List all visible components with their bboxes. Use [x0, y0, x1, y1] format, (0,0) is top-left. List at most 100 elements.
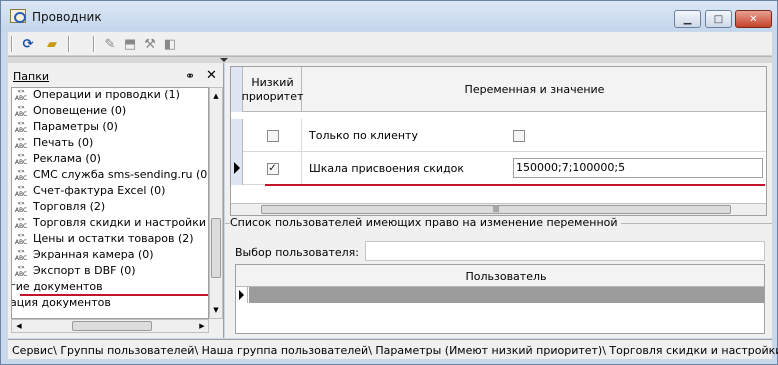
details-panel: Низкий приоритет Переменная и значение Т…	[225, 63, 772, 338]
folders-panel: Папки ⚭ ✕ «» ABC Операции и проводки (1) «»…	[8, 63, 224, 338]
value-input[interactable]: 150000;7;100000;5	[513, 158, 763, 178]
eraser-icon[interactable]: ✎	[100, 35, 120, 53]
close-icon: ✕	[749, 13, 758, 25]
folder-item[interactable]: «» ABC Цены и остатки товаров (2)	[12, 232, 194, 248]
folder-item-label: Экспорт в DBF (0)	[33, 264, 136, 277]
folder-item[interactable]: «» ABC Торговля скидки и настройки (0)	[12, 216, 209, 232]
scroll-right-icon[interactable]: ▶	[196, 320, 208, 332]
folder-item-label: Операции и проводки (1)	[33, 88, 180, 101]
highlight-underline	[265, 184, 765, 186]
splitter[interactable]	[8, 56, 772, 63]
scroll-up-icon[interactable]: ▲	[210, 90, 222, 102]
low-priority-cell[interactable]	[244, 119, 302, 152]
maximize-button[interactable]: □	[705, 10, 732, 28]
select-user-label: Выбор пользователя:	[235, 246, 359, 259]
title-bar[interactable]: Проводник ▁ □ ✕	[1, 1, 777, 31]
minimize-button[interactable]: ▁	[674, 10, 701, 28]
toolbar-separator	[68, 36, 70, 52]
folder-item[interactable]: «» ABC Реклама (0)	[12, 152, 101, 168]
folder-item-label: Торговля скидки и настройки (0)	[33, 216, 209, 229]
variable-abc-icon: «» ABC	[14, 232, 28, 246]
folder-item[interactable]: «» ABC Параметры (0)	[12, 120, 118, 136]
variable-abc-icon: «» ABC	[14, 152, 28, 166]
folder-item[interactable]: «» ABC Экранная камера (0)	[12, 248, 154, 264]
folder-item-label: СМС служба sms-sending.ru (0)	[33, 168, 209, 181]
collapse-arrow-icon[interactable]	[220, 58, 228, 62]
folder-item[interactable]: «» ABC Торговля (2)	[12, 200, 105, 216]
refresh-icon[interactable]: ⟳	[18, 35, 38, 53]
variable-abc-icon: «» ABC	[14, 264, 28, 278]
variable-abc-icon: «» ABC	[14, 248, 28, 262]
folder-item[interactable]: ация документов	[12, 296, 111, 312]
window-title: Проводник	[32, 10, 102, 24]
scroll-down-icon[interactable]: ▼	[210, 304, 222, 316]
status-path: Сервис\ Группы пользователей\ Наша групп…	[12, 344, 778, 357]
low-priority-checkbox[interactable]: ✓	[266, 162, 279, 175]
row-indicator-current[interactable]	[231, 152, 243, 185]
scroll-left-icon[interactable]: ◀	[13, 320, 25, 332]
folder-item[interactable]: «» ABC СМС служба sms-sending.ru (0)	[12, 168, 209, 184]
tool-icon[interactable]: ⚒	[140, 35, 160, 53]
variable-name: Только по клиенту	[309, 129, 418, 142]
status-bar: Сервис\ Группы пользователей\ Наша групп…	[8, 339, 778, 359]
grid-horizontal-scrollbar[interactable]: |||	[231, 203, 766, 215]
highlight-underline	[20, 294, 208, 296]
variable-abc-icon: «» ABC	[14, 120, 28, 134]
toolbar-separator	[93, 36, 95, 52]
row-indicator-current[interactable]	[236, 287, 248, 303]
scroll-thumb[interactable]: |||	[261, 205, 731, 214]
folder-item[interactable]: «» ABC Операции и проводки (1)	[12, 88, 180, 104]
folder-tree[interactable]: «» ABC Операции и проводки (1) «» ABC Оповеще…	[11, 87, 209, 319]
col-variable-header[interactable]: Переменная и значение	[303, 67, 766, 112]
binoculars-icon[interactable]: ⚭	[185, 69, 195, 83]
explorer-window: Проводник ▁ □ ✕ ⟳ ▰ ✎ ⬒ ⚒ ◧ Папки ⚭ ✕ «»…	[0, 0, 778, 365]
value-checkbox[interactable]	[513, 129, 525, 142]
select-user-input[interactable]	[365, 241, 765, 261]
folder-open-icon[interactable]: ▰	[42, 35, 62, 53]
variable-abc-icon: «» ABC	[14, 88, 28, 102]
folder-item[interactable]: «» ABC Печать (0)	[12, 136, 93, 152]
tree-vertical-scrollbar[interactable]: ▲ ▼	[209, 87, 223, 319]
folder-item[interactable]: «» ABC Экспорт в DBF (0)	[12, 264, 136, 280]
low-priority-cell[interactable]: ✓	[244, 152, 302, 185]
folder-item-label: Экранная камера (0)	[33, 248, 154, 261]
variable-abc-icon: «» ABC	[14, 184, 28, 198]
selected-user-row[interactable]	[249, 287, 764, 303]
close-panel-icon[interactable]: ✕	[206, 68, 217, 83]
folders-label: Папки	[13, 70, 49, 83]
folder-item-label: Печать (0)	[33, 136, 94, 149]
folder-item[interactable]: «» ABC Счет-фактура Excel (0)	[12, 184, 166, 200]
close-button[interactable]: ✕	[735, 10, 772, 28]
users-group-title: Список пользователей имеющих право на из…	[230, 216, 621, 229]
table-row[interactable]: Только по клиенту	[231, 119, 766, 152]
table-row[interactable]: ✓ Шкала присвоения скидок 150000;7;10000…	[231, 152, 766, 185]
folder-item-label: Цены и остатки товаров (2)	[33, 232, 194, 245]
folder-item-label: гие документов	[11, 280, 103, 293]
users-grid-header: Пользователь	[236, 265, 764, 287]
toolbar: ⟳ ▰ ✎ ⬒ ⚒ ◧	[8, 32, 772, 56]
layers-icon[interactable]: ◧	[160, 35, 180, 53]
folder-item-label: Параметры (0)	[33, 120, 118, 133]
scroll-thumb[interactable]	[72, 321, 152, 331]
table-row[interactable]	[236, 287, 764, 303]
users-group: Список пользователей имеющих право на из…	[225, 216, 772, 336]
row-indicator[interactable]	[231, 119, 243, 152]
folder-item-label: Счет-фактура Excel (0)	[33, 184, 166, 197]
value-cell[interactable]	[513, 119, 766, 152]
col-low-priority-header[interactable]: Низкий приоритет	[242, 67, 303, 112]
parameters-grid: Низкий приоритет Переменная и значение Т…	[230, 66, 767, 216]
stamp-icon[interactable]: ⬒	[120, 35, 140, 53]
folder-item[interactable]: «» ABC Оповещение (0)	[12, 104, 126, 120]
app-icon	[10, 9, 26, 23]
users-grid: Пользователь	[235, 264, 765, 334]
tree-horizontal-scrollbar[interactable]: ◀ ▶	[11, 319, 209, 333]
folder-item-label: Оповещение (0)	[33, 104, 127, 117]
variable-abc-icon: «» ABC	[14, 200, 28, 214]
low-priority-checkbox[interactable]	[266, 129, 279, 142]
scroll-thumb[interactable]	[211, 218, 221, 278]
col-user-header[interactable]: Пользователь	[248, 265, 764, 287]
toolbar-grip	[11, 36, 13, 52]
variable-abc-icon: «» ABC	[14, 104, 28, 118]
minimize-icon: ▁	[683, 13, 692, 25]
variable-abc-icon: «» ABC	[14, 136, 28, 150]
